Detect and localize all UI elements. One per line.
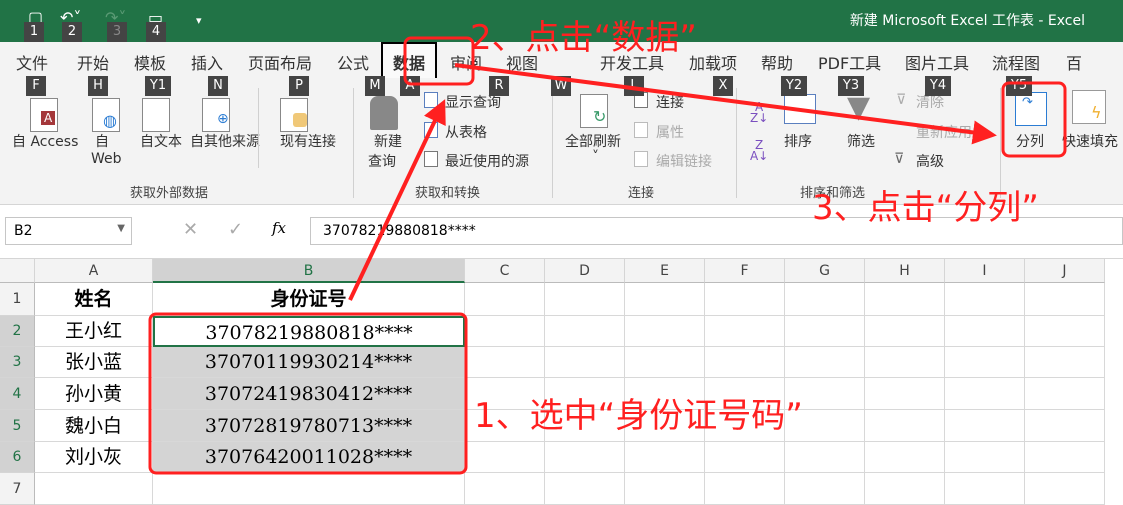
arrow-to-data-tab bbox=[348, 99, 446, 301]
split-button-highlight-box bbox=[1001, 81, 1067, 158]
arrow-to-split-button bbox=[454, 63, 997, 145]
step1-annotation: 1、选中“身份证号码” bbox=[474, 396, 803, 436]
step3-annotation: 3、点击“分列” bbox=[812, 188, 1039, 228]
selection-highlight-box bbox=[148, 312, 468, 475]
step2-annotation: 2、点击“数据” bbox=[470, 18, 697, 58]
data-tab-highlight-box bbox=[403, 36, 475, 86]
